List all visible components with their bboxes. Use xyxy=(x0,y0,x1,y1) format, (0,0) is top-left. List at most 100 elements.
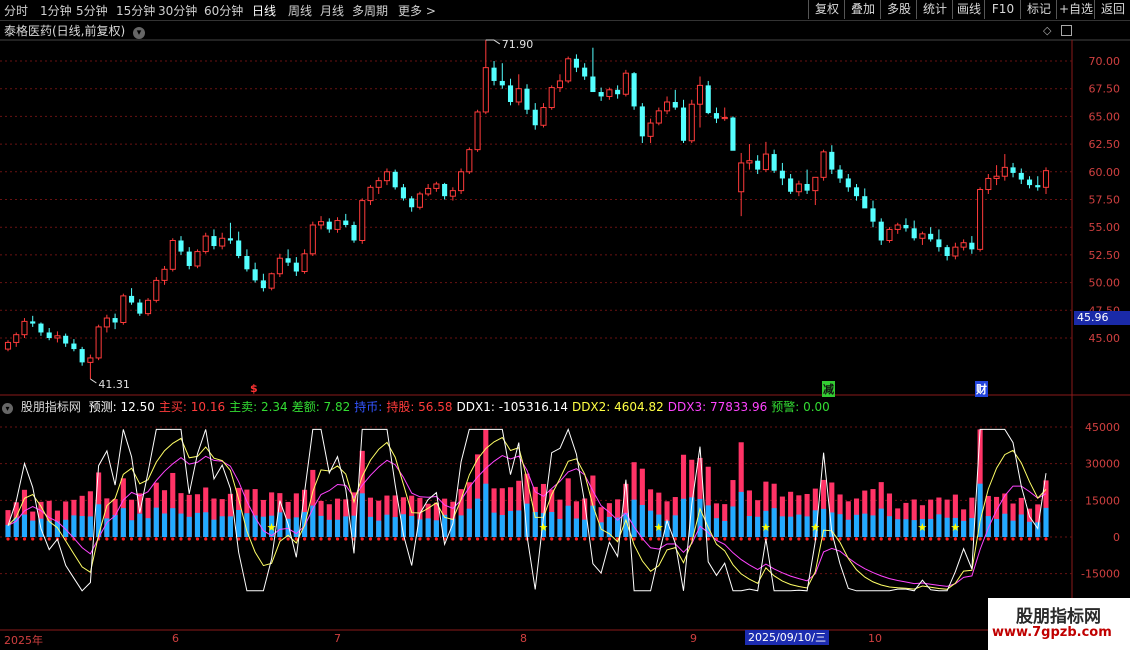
volume-bar-blue xyxy=(433,520,439,537)
baseline-dot xyxy=(245,537,249,541)
candle-body xyxy=(1018,172,1024,180)
candle-body xyxy=(276,257,283,275)
volume-bar-blue xyxy=(5,524,11,537)
volume-bar-blue xyxy=(1010,520,1016,537)
candle-body xyxy=(482,67,489,113)
volume-bar-blue xyxy=(384,514,390,537)
baseline-dot xyxy=(533,537,537,541)
baseline-dot xyxy=(970,537,974,541)
baseline-dot xyxy=(319,537,323,541)
kline-chart-canvas[interactable]: 70.00 67.50 65.00 62.50 60.00 57.50 55.00 52.50… xyxy=(0,0,1130,650)
candle-body xyxy=(178,240,184,252)
indicator-value: DDX2: 4604.82 xyxy=(571,400,664,414)
candle-body xyxy=(359,200,366,241)
candle-body xyxy=(721,117,728,120)
star-marker: ★ xyxy=(267,521,277,534)
volume-bar-blue xyxy=(779,516,785,537)
baseline-dot xyxy=(607,537,611,541)
candle-body xyxy=(343,220,349,225)
indicator-name[interactable]: 股朋指标网 xyxy=(21,400,81,414)
star-marker: ★ xyxy=(654,521,664,534)
candle-body xyxy=(590,76,596,93)
baseline-dot xyxy=(377,537,381,541)
volume-bar-blue xyxy=(853,514,860,537)
candle-body xyxy=(236,240,242,257)
baseline-dot xyxy=(154,537,158,541)
baseline-dot xyxy=(171,537,175,541)
candle-body xyxy=(565,58,572,82)
volume-bar-blue xyxy=(376,520,382,537)
candle-body xyxy=(845,178,851,188)
volume-bar-blue xyxy=(507,510,514,537)
volume-bar-blue xyxy=(936,514,942,537)
baseline-dot xyxy=(270,537,274,541)
volume-bar-blue xyxy=(771,508,777,537)
baseline-dot xyxy=(467,537,471,541)
volume-bar-blue xyxy=(870,515,876,537)
candle-body xyxy=(46,332,52,338)
volume-bar-blue xyxy=(886,516,893,537)
candle-body xyxy=(755,160,761,170)
candle-body xyxy=(1035,185,1041,188)
baseline-dot xyxy=(583,537,587,541)
baseline-dot xyxy=(665,537,669,541)
signal-finance: 财 xyxy=(975,381,988,397)
volume-bar-blue xyxy=(499,515,505,537)
baseline-dot xyxy=(863,537,867,541)
indicator-axis-label: 45000 xyxy=(1085,421,1120,434)
volume-bar-blue xyxy=(639,505,645,537)
volume-bar-blue xyxy=(203,512,209,537)
candle-body xyxy=(919,233,926,239)
candle-body xyxy=(837,169,843,179)
baseline-dot xyxy=(920,537,925,541)
candle-body xyxy=(762,153,769,171)
price-axis-label: 57.50 xyxy=(1089,194,1121,207)
candle-body xyxy=(425,187,432,195)
candle-body xyxy=(260,280,266,289)
candle-body xyxy=(969,242,975,250)
candle-body xyxy=(137,302,143,314)
baseline-dot xyxy=(648,537,653,541)
baseline-dot xyxy=(937,537,941,541)
baseline-dot xyxy=(129,537,134,541)
candle-body xyxy=(878,221,884,241)
candle-body xyxy=(853,187,860,197)
baseline-dot xyxy=(360,537,364,541)
candle-body xyxy=(211,236,217,247)
candle-body xyxy=(993,175,1000,179)
price-axis-label: 45.00 xyxy=(1089,332,1121,345)
candle-body xyxy=(548,87,555,109)
star-marker: ★ xyxy=(810,521,820,534)
baseline-dot xyxy=(805,537,809,541)
candle-body xyxy=(952,246,959,257)
volume-bar-blue xyxy=(359,493,365,537)
candle-body xyxy=(95,326,102,359)
baseline-dot xyxy=(994,537,999,541)
volume-bar-blue xyxy=(260,516,266,537)
volume-bar-blue xyxy=(713,518,720,537)
candle-body xyxy=(779,170,785,179)
volume-bar-blue xyxy=(483,483,489,537)
price-axis-label: 55.00 xyxy=(1089,221,1121,234)
candle-body xyxy=(1001,166,1008,177)
volume-bar-blue xyxy=(491,512,497,537)
indicator-value: 持股: 56.58 xyxy=(386,400,453,414)
candle-body xyxy=(54,335,61,339)
baseline-dot xyxy=(945,537,949,541)
baseline-dot xyxy=(434,537,438,541)
indicator-axis-label: -15000 xyxy=(1081,568,1120,581)
volume-bar-blue xyxy=(672,515,678,537)
baseline-dot xyxy=(681,537,686,541)
volume-bar-blue xyxy=(680,498,687,537)
indicator-value: DDX3: 77833.96 xyxy=(667,400,768,414)
settings-icon[interactable]: ▾ xyxy=(2,403,13,414)
date-tick: 8 xyxy=(520,632,527,645)
candle-body xyxy=(730,117,736,151)
baseline-dot xyxy=(1044,537,1048,541)
star-marker: ★ xyxy=(917,521,927,534)
candle-body xyxy=(375,180,382,188)
volume-bar-blue xyxy=(161,513,168,537)
date-tick: 10 xyxy=(868,632,882,645)
watermark-title: 股朋指标网 xyxy=(1016,607,1101,627)
candle-body xyxy=(129,295,135,303)
